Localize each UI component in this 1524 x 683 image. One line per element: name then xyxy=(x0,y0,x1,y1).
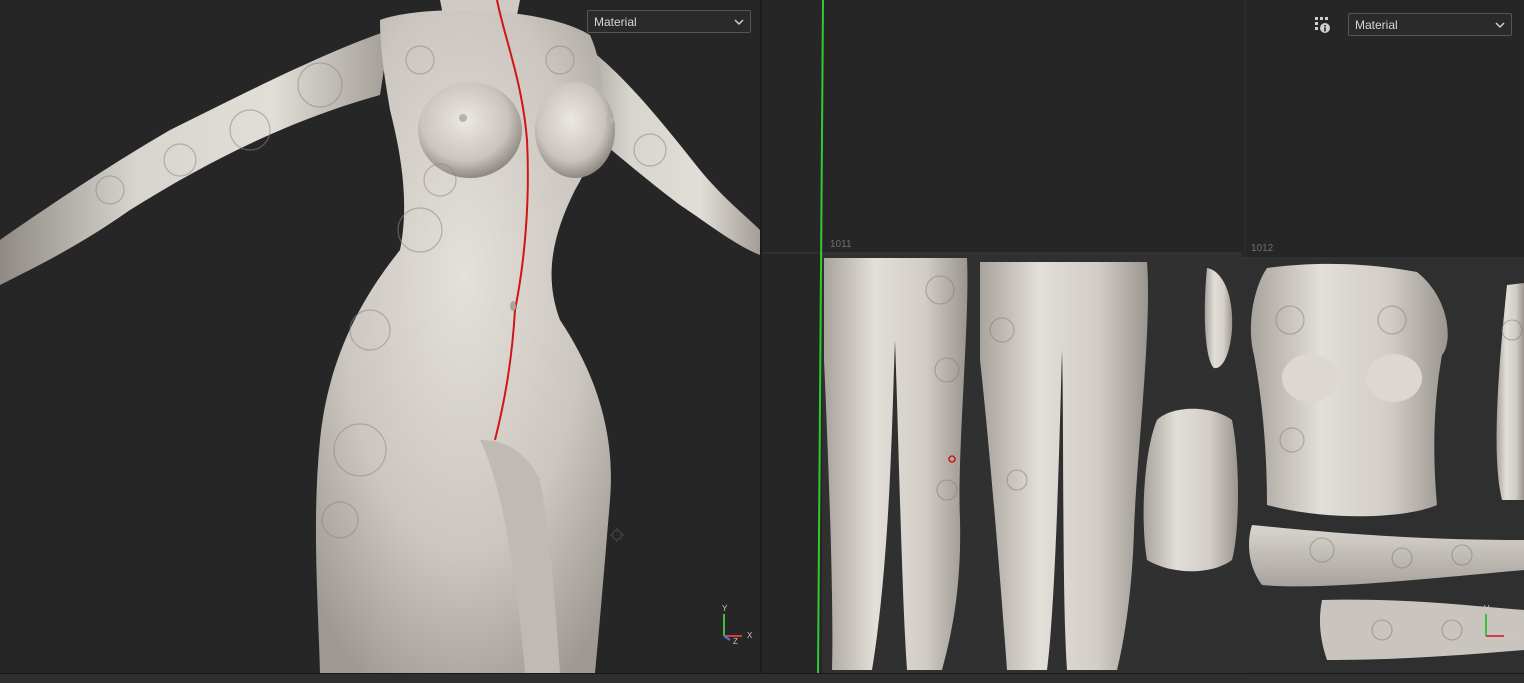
chevron-down-icon xyxy=(734,18,744,26)
uv-tile-label-1012: 1012 xyxy=(1251,243,1274,254)
shading-mode-dropdown[interactable]: Material xyxy=(587,10,751,33)
uv-axis-v-label: V xyxy=(1484,604,1490,613)
axis-x-label: X xyxy=(747,631,753,640)
axis-gizmo-3d: Y X Z xyxy=(716,604,756,646)
app-window: Material Y X Z 1011 1012 Material V U xyxy=(0,0,1524,683)
pivot-icon[interactable] xyxy=(610,528,624,542)
viewport-3d[interactable]: Material Y X Z xyxy=(0,0,760,673)
status-bar xyxy=(0,673,1524,683)
uv-axis-u-label: U xyxy=(1508,631,1514,640)
uv-shading-mode-dropdown[interactable]: Material xyxy=(1348,13,1512,36)
axis-z-label: Z xyxy=(733,637,738,646)
model-render xyxy=(0,0,760,673)
grid-info-icon[interactable] xyxy=(1313,16,1333,34)
uv-shading-mode-label: Material xyxy=(1355,18,1398,32)
chevron-down-icon xyxy=(1495,21,1505,29)
axis-y-label: Y xyxy=(722,604,728,613)
uv-tile-label-1011: 1011 xyxy=(830,239,852,250)
uv-editor[interactable]: 1011 1012 Material V U xyxy=(762,0,1524,673)
uv-canvas xyxy=(762,0,1524,673)
uv-axis-gizmo: V U xyxy=(1480,604,1520,644)
shading-mode-label: Material xyxy=(594,15,637,29)
